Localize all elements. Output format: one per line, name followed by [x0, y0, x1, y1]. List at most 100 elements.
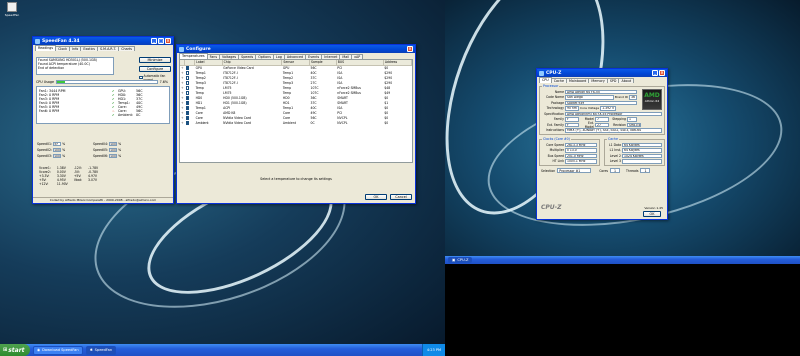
- expand-icon[interactable]: +: [180, 111, 185, 116]
- row-checkbox[interactable]: [185, 76, 190, 80]
- row-checkbox[interactable]: [185, 121, 190, 125]
- expand-icon[interactable]: +: [180, 91, 185, 96]
- tab-speeds[interactable]: Speeds: [238, 54, 257, 59]
- field-label: Instructions: [545, 128, 564, 133]
- tab-about[interactable]: About: [618, 78, 635, 83]
- cell-chip: NVidia Video Card: [223, 121, 251, 125]
- expand-icon[interactable]: +: [180, 96, 185, 101]
- taskbar-item-cpuz[interactable]: ▣ CPU-Z: [448, 257, 473, 263]
- tab-fans[interactable]: Fans: [206, 54, 221, 59]
- taskbar-item-speedfan[interactable]: ✱ SpeedFan: [85, 345, 117, 355]
- expand-icon[interactable]: +: [180, 106, 185, 111]
- cancel-button[interactable]: Cancel: [390, 194, 412, 200]
- voltage-value: 11.90V: [56, 182, 68, 186]
- tab-exotics[interactable]: Exotics: [80, 46, 99, 51]
- ok-button[interactable]: OK: [643, 211, 661, 217]
- row-checkbox[interactable]: [185, 86, 190, 90]
- minimize-button[interactable]: _: [652, 70, 658, 76]
- speed-spinner[interactable]: 100: [109, 153, 118, 159]
- speed-spinner[interactable]: 100: [109, 147, 118, 153]
- row-checkbox[interactable]: [185, 66, 190, 70]
- speed-spinner[interactable]: 100: [53, 153, 62, 159]
- fan-list: Fan1: 3444 RPM Fan2: 0 RPM Fan3: 0 RPM F…: [39, 89, 66, 113]
- row-checkbox[interactable]: [185, 116, 190, 120]
- speedfan-titlebar[interactable]: SpeedFan 4.34 _ □ ×: [33, 37, 173, 45]
- table-row[interactable]: + Ambient NVidia Video Card Ambient 0C NVCPL $…: [180, 121, 412, 126]
- speedfan-tabs: Readings Clock Info Exotics S.M.A.R.T. C…: [33, 45, 173, 51]
- tab-clock[interactable]: Clock: [55, 46, 71, 51]
- expand-icon[interactable]: +: [180, 65, 185, 71]
- checkbox-box[interactable]: [139, 75, 143, 79]
- tab-events[interactable]: Events: [305, 54, 323, 59]
- expand-icon[interactable]: +: [180, 76, 185, 81]
- minimize-app-button[interactable]: Minimize: [139, 57, 171, 63]
- row-checkbox[interactable]: [185, 106, 190, 110]
- row-checkbox[interactable]: [185, 81, 190, 85]
- field-label: Family: [554, 117, 564, 122]
- cell-bus: NVCPL: [337, 121, 348, 125]
- expand-icon[interactable]: +: [180, 81, 185, 86]
- ok-button[interactable]: OK: [365, 194, 387, 200]
- tab-mainboard[interactable]: Mainboard: [565, 78, 590, 83]
- expand-icon[interactable]: +: [180, 71, 185, 76]
- configure-button[interactable]: Configure: [139, 66, 171, 72]
- cpu-usage-value: 7.6%: [159, 80, 168, 84]
- expand-icon[interactable]: +: [180, 101, 185, 106]
- ext-family-value: F: [565, 122, 579, 127]
- row-checkbox[interactable]: [185, 101, 190, 105]
- detection-log[interactable]: Found SAMSUNG HD501LJ (500.1GB) Found AC…: [36, 57, 114, 75]
- clock[interactable]: 4:23 PM: [427, 348, 441, 352]
- minimize-button[interactable]: _: [151, 38, 157, 44]
- row-checkbox[interactable]: [185, 71, 190, 75]
- speed-label: Speed03:: [37, 154, 53, 158]
- cell-sample: 0C: [310, 121, 315, 125]
- cpu-name-value: AMD Athlon 64 FX-55: [565, 89, 637, 94]
- desktop-right-black-area: [445, 264, 800, 356]
- tab-xap[interactable]: xAP: [351, 54, 364, 59]
- field-label: Selection: [541, 168, 556, 173]
- tab-cache[interactable]: Cache: [550, 78, 567, 83]
- level3-value: [622, 159, 662, 164]
- percent-label: %: [62, 154, 66, 158]
- speedfan-window: SpeedFan 4.34 _ □ × Readings Clock Info …: [32, 36, 174, 204]
- expand-icon[interactable]: +: [180, 86, 185, 91]
- tab-internet[interactable]: Internet: [321, 54, 341, 59]
- taskbar-item-download-speedfan[interactable]: ◉ Download SpeedFan: [33, 345, 83, 355]
- tab-advanced[interactable]: Advanced: [283, 54, 307, 59]
- row-checkbox[interactable]: [185, 91, 190, 95]
- tab-temperatures[interactable]: Temperatures: [179, 53, 208, 59]
- field-label: Technology: [546, 106, 564, 111]
- speed-spinner[interactable]: 100: [53, 147, 62, 153]
- tab-options[interactable]: Options: [255, 54, 274, 59]
- speedfan-app-icon: [35, 38, 40, 44]
- desktop-icon-speedfan[interactable]: SpeedFan: [4, 2, 20, 17]
- field-label: Package: [551, 100, 564, 105]
- amd-logo-text: AMD: [644, 92, 660, 99]
- configure-titlebar[interactable]: Configure ×: [177, 45, 415, 53]
- status-bar: Coded by Alfredo Milani Comparetti - 200…: [33, 197, 173, 203]
- speed-spinner[interactable]: 100: [109, 141, 118, 147]
- field-label: Name: [554, 89, 564, 94]
- tab-smart[interactable]: S.M.A.R.T.: [97, 46, 120, 51]
- speed-controls-left: Speed01: 37% Speed02: 100% Speed03: 100%: [37, 141, 65, 159]
- row-checkbox[interactable]: [185, 96, 190, 100]
- speed-spinner[interactable]: 37: [53, 141, 62, 147]
- expand-icon[interactable]: +: [180, 116, 185, 121]
- processor-select[interactable]: Processor #1: [557, 168, 592, 174]
- close-button[interactable]: ×: [165, 38, 171, 44]
- maximize-button[interactable]: □: [158, 38, 164, 44]
- core-speed-value: 2613.3 MHz: [565, 142, 597, 147]
- close-button[interactable]: ×: [659, 70, 665, 76]
- tab-charts[interactable]: Charts: [118, 46, 135, 51]
- field-label: Specification: [544, 111, 564, 116]
- expand-icon[interactable]: +: [180, 121, 185, 126]
- tab-voltages[interactable]: Voltages: [219, 54, 240, 59]
- cpuz-titlebar[interactable]: CPU-Z _ ×: [537, 69, 667, 77]
- tab-readings[interactable]: Readings: [35, 45, 57, 51]
- close-button[interactable]: ×: [407, 46, 413, 52]
- start-button[interactable]: ⊞ start: [0, 344, 30, 356]
- row-checkbox[interactable]: [185, 111, 190, 115]
- temperature-table-panel: Label Chip Sensor Sample BUS Address + GP…: [179, 59, 413, 163]
- tab-memory[interactable]: Memory: [588, 78, 608, 83]
- cpuz-icon: ▣: [452, 258, 456, 262]
